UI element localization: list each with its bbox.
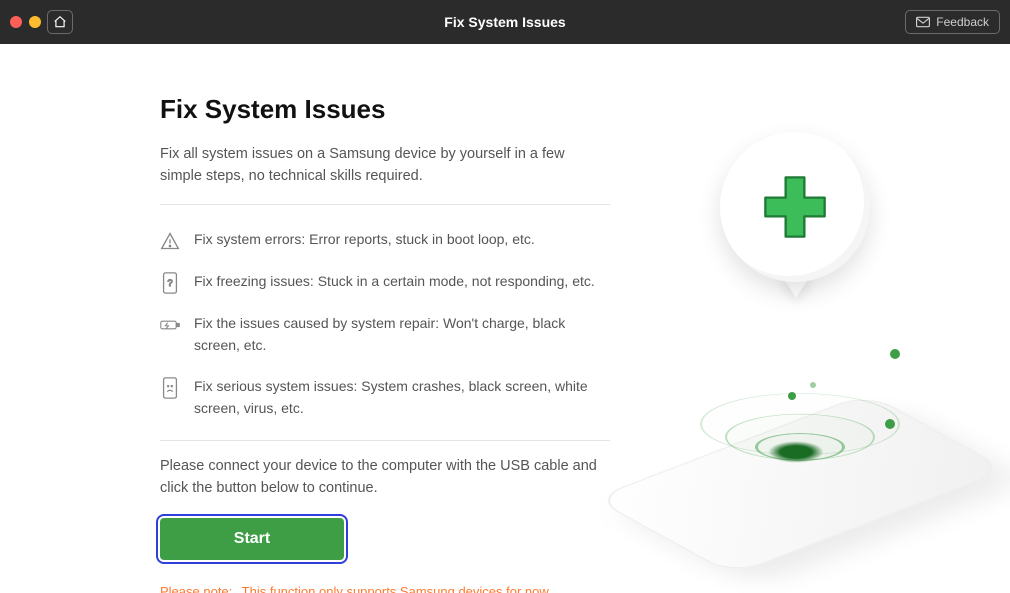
page-title: Fix System Issues [160,94,610,125]
shadow-icon [768,441,824,463]
battery-charge-icon [160,315,180,335]
warning-triangle-icon [160,231,180,251]
window-controls [10,16,41,28]
illustration-panel [630,94,970,563]
feature-item: Fix system errors: Error reports, stuck … [160,219,610,261]
home-icon [53,15,67,29]
feature-text: Fix the issues caused by system repair: … [194,313,610,356]
start-button[interactable]: Start [160,518,344,560]
left-column: Fix System Issues Fix all system issues … [160,94,610,563]
connect-instruction: Please connect your device to the comput… [160,455,610,500]
dot-icon [890,349,900,359]
plus-icon [756,168,834,246]
phone-dead-icon [160,378,180,398]
svg-text:?: ? [167,278,172,288]
home-button[interactable] [47,10,73,34]
feature-text: Fix freezing issues: Stuck in a certain … [194,271,595,293]
feature-text: Fix system errors: Error reports, stuck … [194,229,535,251]
divider [160,440,610,441]
feature-text: Fix serious system issues: System crashe… [194,376,610,419]
dot-icon [810,382,816,388]
intro-text: Fix all system issues on a Samsung devic… [160,143,610,188]
pin-badge [720,132,870,282]
phone-question-icon: ? [160,273,180,293]
feature-item: Fix the issues caused by system repair: … [160,303,610,366]
mail-icon [916,16,930,28]
main-content: Fix System Issues Fix all system issues … [0,44,1010,593]
device-illustration [640,114,960,544]
divider [160,204,610,205]
feedback-button[interactable]: Feedback [905,10,1000,34]
feature-list: Fix system errors: Error reports, stuck … [160,219,610,430]
feature-item: ? Fix freezing issues: Stuck in a certai… [160,261,610,303]
note-text: This function only supports Samsung devi… [242,584,552,593]
minimize-window-icon[interactable] [29,16,41,28]
titlebar: Fix System Issues Feedback [0,0,1010,44]
close-window-icon[interactable] [10,16,22,28]
note-line: Please note: This function only supports… [160,584,610,593]
note-label: Please note: [160,584,232,593]
dot-icon [885,419,895,429]
dot-icon [788,392,796,400]
titlebar-title: Fix System Issues [0,14,1010,30]
feature-item: Fix serious system issues: System crashe… [160,366,610,429]
feedback-label: Feedback [936,15,989,29]
